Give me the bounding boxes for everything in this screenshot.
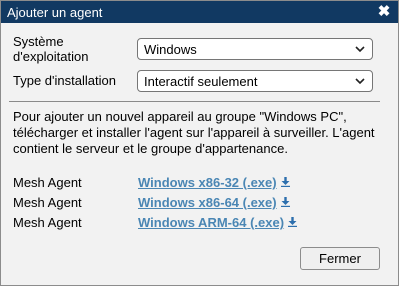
add-agent-dialog: Ajouter un agent ✖ Système d'exploitatio… bbox=[0, 0, 399, 286]
download-row-label: Mesh Agent bbox=[13, 175, 82, 190]
download-row-label: Mesh Agent bbox=[13, 195, 82, 210]
close-icon[interactable]: ✖ bbox=[377, 2, 391, 20]
download-link-x86-32[interactable]: Windows x86-32 (.exe) bbox=[138, 175, 277, 190]
chevron-down-icon bbox=[355, 78, 365, 85]
os-label-line1: Système bbox=[13, 34, 64, 49]
download-link-arm-64[interactable]: Windows ARM-64 (.exe) bbox=[138, 215, 284, 230]
os-select-value: Windows bbox=[144, 42, 197, 57]
download-link-x86-64[interactable]: Windows x86-64 (.exe) bbox=[138, 195, 277, 210]
download-icon[interactable] bbox=[281, 177, 290, 187]
chevron-down-icon bbox=[355, 46, 365, 53]
install-description: Pour ajouter un nouvel appareil au group… bbox=[13, 109, 375, 156]
install-type-label: Type d'installation bbox=[13, 73, 116, 88]
os-label-line2: d'exploitation bbox=[13, 49, 89, 64]
dialog-titlebar: Ajouter un agent ✖ bbox=[1, 1, 398, 23]
close-button[interactable]: Fermer bbox=[300, 247, 380, 270]
install-type-value: Interactif seulement bbox=[144, 74, 258, 89]
download-icon[interactable] bbox=[281, 197, 290, 207]
download-icon[interactable] bbox=[288, 217, 297, 227]
install-type-select[interactable]: Interactif seulement bbox=[137, 70, 373, 92]
divider bbox=[9, 101, 380, 102]
download-row-label: Mesh Agent bbox=[13, 215, 82, 230]
dialog-title: Ajouter un agent bbox=[7, 5, 103, 20]
os-select[interactable]: Windows bbox=[137, 38, 373, 60]
